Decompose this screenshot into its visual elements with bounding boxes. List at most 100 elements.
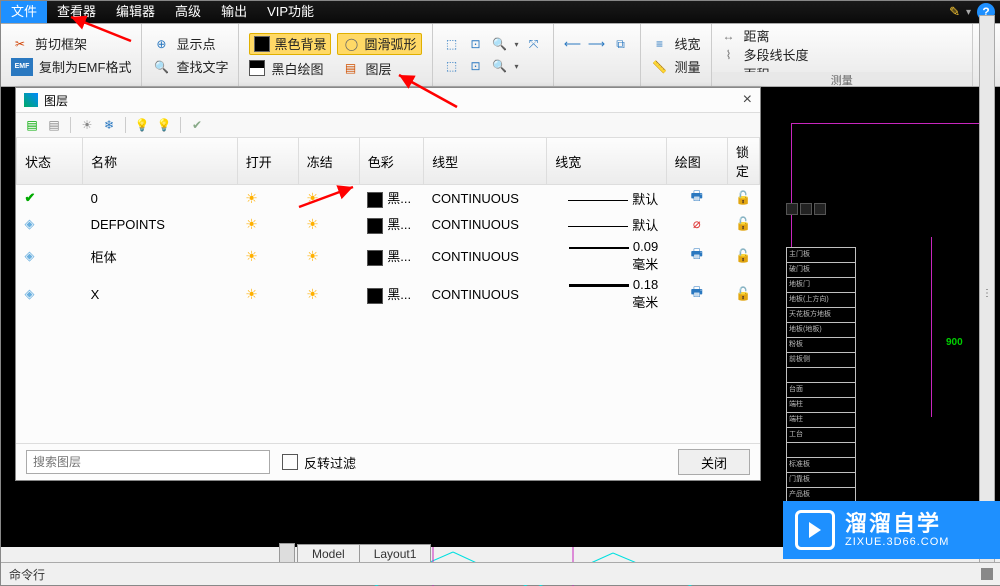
col-on[interactable]: 打开 — [237, 138, 298, 185]
zoom-dropdown-icon[interactable]: ▾ — [515, 40, 519, 49]
zoom2-dropdown-icon[interactable]: ▾ — [515, 62, 519, 71]
crop-frame-button[interactable]: ✂ 剪切框架 — [11, 34, 131, 53]
menu-advanced[interactable]: 高级 — [165, 1, 211, 23]
table-row[interactable]: ◈DEFPOINTS☀☀黑...CONTINUOUS默认⌀🔓 — [17, 211, 760, 237]
extents2-icon[interactable]: ⊡ — [467, 57, 485, 75]
on-cell[interactable]: ☀ — [237, 275, 298, 313]
tool-bulb-off-icon[interactable]: 💡 — [132, 115, 152, 135]
freeze-cell[interactable]: ☀ — [298, 185, 359, 212]
close-button[interactable]: 关闭 — [678, 449, 750, 475]
measure-button[interactable]: 📏 测量 — [651, 57, 701, 76]
zoom-icon[interactable]: 🔍 — [491, 35, 509, 53]
tool-bulb-on-icon[interactable]: 💡 — [154, 115, 174, 135]
menu-viewer[interactable]: 查看器 — [47, 1, 106, 23]
mdi-close-icon[interactable] — [814, 203, 826, 215]
freeze-cell[interactable]: ☀ — [298, 237, 359, 275]
col-lineweight[interactable]: 线宽 — [547, 138, 666, 185]
smooth-arc-button[interactable]: ◯ 圆滑弧形 — [337, 33, 421, 55]
color-cell[interactable]: 黑... — [359, 275, 423, 313]
col-linetype[interactable]: 线型 — [424, 138, 547, 185]
col-state[interactable]: 状态 — [17, 138, 83, 185]
dialog-close-button[interactable]: × — [743, 91, 752, 109]
state-cell[interactable]: ✔ — [17, 185, 83, 212]
col-lock[interactable]: 锁定 — [727, 138, 759, 185]
menu-output[interactable]: 输出 — [211, 1, 257, 23]
plot-cell[interactable]: 🖶 — [666, 275, 727, 313]
tool-snow-icon[interactable]: ❄ — [99, 115, 119, 135]
tab-nav-first-icon[interactable] — [279, 543, 295, 563]
find-text-button[interactable]: 🔍 查找文字 — [152, 57, 228, 76]
select2-icon[interactable]: ⬚ — [443, 57, 461, 75]
dialog-titlebar[interactable]: 图层 × — [16, 88, 760, 113]
color-cell[interactable]: 黑... — [359, 185, 423, 212]
plot-cell[interactable]: 🖶 — [666, 237, 727, 275]
state-cell[interactable]: ◈ — [17, 211, 83, 237]
black-bg-button[interactable]: 黑色背景 — [249, 33, 331, 55]
table-row[interactable]: ◈柜体☀☀黑...CONTINUOUS0.09 毫米🖶🔓 — [17, 237, 760, 275]
copy-view-icon[interactable]: ⧉ — [612, 35, 630, 53]
lock-cell[interactable]: 🔓 — [727, 211, 759, 237]
prev-view-icon[interactable]: ⟵ — [564, 35, 582, 53]
name-cell[interactable]: DEFPOINTS — [83, 211, 238, 237]
linetype-cell[interactable]: CONTINUOUS — [424, 275, 547, 313]
delete-layer-icon[interactable]: ▤ — [44, 115, 64, 135]
plot-cell[interactable]: ⌀ — [666, 211, 727, 237]
linewidth-button[interactable]: ≡ 线宽 — [651, 34, 701, 53]
freeze-cell[interactable]: ☀ — [298, 275, 359, 313]
distance-button[interactable]: ↔ 距离 — [720, 26, 809, 45]
lock-cell[interactable]: 🔓 — [727, 237, 759, 275]
pan-icon[interactable]: ⤧ — [525, 35, 543, 53]
col-freeze[interactable]: 冻结 — [298, 138, 359, 185]
copy-emf-button[interactable]: EMF 复制为EMF格式 — [11, 57, 131, 76]
col-color[interactable]: 色彩 — [359, 138, 423, 185]
menu-vip[interactable]: VIP功能 — [257, 1, 324, 23]
tool-check-icon[interactable]: ✔ — [187, 115, 207, 135]
lineweight-cell[interactable]: 0.09 毫米 — [547, 237, 666, 275]
extents-icon[interactable]: ⊡ — [467, 35, 485, 53]
brush-icon[interactable]: ✎ — [949, 4, 960, 20]
dropdown-icon[interactable]: ▾ — [966, 7, 971, 18]
color-cell[interactable]: 黑... — [359, 211, 423, 237]
name-cell[interactable]: X — [83, 275, 238, 313]
polyline-length-button[interactable]: ⌇ 多段线长度 — [720, 45, 809, 64]
mdi-max-icon[interactable] — [800, 203, 812, 215]
tab-model[interactable]: Model — [297, 544, 360, 563]
next-view-icon[interactable]: ⟶ — [588, 35, 606, 53]
lock-cell[interactable]: 🔓 — [727, 275, 759, 313]
select-icon[interactable]: ⬚ — [443, 35, 461, 53]
name-cell[interactable]: 0 — [83, 185, 238, 212]
col-name[interactable]: 名称 — [83, 138, 238, 185]
color-cell[interactable]: 黑... — [359, 237, 423, 275]
on-cell[interactable]: ☀ — [237, 237, 298, 275]
tool-sun-icon[interactable]: ☀ — [77, 115, 97, 135]
freeze-cell[interactable]: ☀ — [298, 211, 359, 237]
invert-filter-checkbox[interactable]: 反转过滤 — [282, 453, 356, 472]
state-cell[interactable]: ◈ — [17, 275, 83, 313]
lock-cell[interactable]: 🔓 — [727, 185, 759, 212]
state-cell[interactable]: ◈ — [17, 237, 83, 275]
show-point-button[interactable]: ⊕ 显示点 — [152, 34, 228, 53]
col-plot[interactable]: 绘图 — [666, 138, 727, 185]
plot-cell[interactable]: 🖶 — [666, 185, 727, 212]
zoom-out-icon[interactable]: 🔍 — [491, 57, 509, 75]
search-layers-input[interactable] — [26, 450, 270, 474]
table-row[interactable]: ◈X☀☀黑...CONTINUOUS0.18 毫米🖶🔓 — [17, 275, 760, 313]
lineweight-cell[interactable]: 默认 — [547, 185, 666, 212]
menu-file[interactable]: 文件 — [1, 1, 47, 23]
mdi-min-icon[interactable] — [786, 203, 798, 215]
linetype-cell[interactable]: CONTINUOUS — [424, 185, 547, 212]
linetype-cell[interactable]: CONTINUOUS — [424, 211, 547, 237]
linetype-cell[interactable]: CONTINUOUS — [424, 237, 547, 275]
bw-draw-button[interactable]: 黑白绘图 — [249, 59, 323, 78]
status-grip-icon[interactable] — [981, 568, 993, 580]
table-row[interactable]: ✔0☀☀黑...CONTINUOUS默认🖶🔓 — [17, 185, 760, 212]
tab-layout1[interactable]: Layout1 — [359, 544, 432, 563]
menu-editor[interactable]: 编辑器 — [106, 1, 165, 23]
layers-button[interactable]: ▤ 图层 — [341, 59, 391, 78]
on-cell[interactable]: ☀ — [237, 211, 298, 237]
lineweight-cell[interactable]: 0.18 毫米 — [547, 275, 666, 313]
vertical-scrollbar[interactable]: ⋮ — [979, 15, 995, 571]
lineweight-cell[interactable]: 默认 — [547, 211, 666, 237]
on-cell[interactable]: ☀ — [237, 185, 298, 212]
name-cell[interactable]: 柜体 — [83, 237, 238, 275]
